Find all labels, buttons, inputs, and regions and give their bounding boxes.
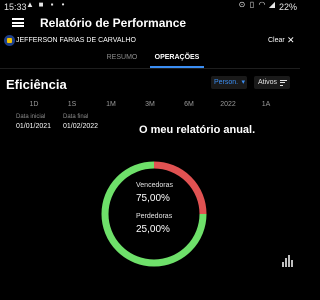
start-date-label: Data inicial xyxy=(16,114,46,120)
section-title: Eficiência xyxy=(6,77,67,92)
period-1s[interactable]: 1S xyxy=(62,101,82,108)
bar-chart-icon[interactable] xyxy=(282,255,296,267)
notification-icon: ■ xyxy=(38,0,44,9)
tabs-divider xyxy=(0,68,300,69)
start-date-field[interactable]: 01/01/2021 xyxy=(16,123,51,130)
notification-icon: ▲ xyxy=(26,0,34,9)
losers-label: Perdedoras xyxy=(136,213,173,220)
notification-icon: ▪ xyxy=(50,0,54,9)
user-name: JEFFERSON FARIAS DE CARVALHO xyxy=(16,37,136,44)
sort-icon xyxy=(280,80,287,87)
donut-slice-perdedoras xyxy=(153,161,207,215)
menu-icon[interactable] xyxy=(12,18,24,27)
status-notification-icons: ▲ ■ ▪ • xyxy=(26,1,67,9)
period-1m[interactable]: 1M xyxy=(101,101,121,108)
period-3m[interactable]: 3M xyxy=(140,101,160,108)
chevron-down-icon: ▾ xyxy=(241,79,245,86)
alarm-icon: ⊙ xyxy=(238,0,246,9)
winners-label: Vencedoras xyxy=(136,182,173,189)
annotation-text: O meu relatório anual. xyxy=(139,124,256,136)
clear-button[interactable]: Clear xyxy=(268,37,285,44)
end-date-label: Data final xyxy=(63,114,89,120)
period-mode-value: Person. xyxy=(214,79,239,86)
status-bar: 15:33 ▲ ■ ▪ • ⊙ ▯ ◠ ◢ 22% xyxy=(0,0,300,15)
page-title: Relatório de Performance xyxy=(40,16,187,30)
ativos-label: Ativos xyxy=(258,79,278,86)
tab-operacoes[interactable]: OPERAÇÕES xyxy=(148,54,206,61)
period-1a[interactable]: 1A xyxy=(256,101,276,108)
winners-value: 75,00% xyxy=(136,193,170,204)
period-6m[interactable]: 6M xyxy=(179,101,199,108)
period-1d[interactable]: 1D xyxy=(24,101,44,108)
end-date-field[interactable]: 01/02/2022 xyxy=(63,123,98,130)
wifi-icon: ◠ xyxy=(258,0,266,9)
period-mode-select[interactable]: Person. ▾ xyxy=(211,76,247,89)
status-system-icons: ⊙ ▯ ◠ ◢ xyxy=(238,1,276,9)
losers-value: 25,00% xyxy=(136,224,170,235)
notification-icon: • xyxy=(61,0,65,9)
signal-icon: ◢ xyxy=(268,0,276,9)
ativos-filter-button[interactable]: Ativos xyxy=(254,76,290,89)
avatar xyxy=(4,35,15,46)
close-icon[interactable]: ✕ xyxy=(287,36,295,45)
period-2022[interactable]: 2022 xyxy=(218,101,238,108)
tab-resumo[interactable]: RESUMO xyxy=(100,54,144,61)
status-time: 15:33 xyxy=(4,2,27,12)
vibrate-icon: ▯ xyxy=(249,0,255,9)
battery-level: 22% xyxy=(278,2,297,12)
